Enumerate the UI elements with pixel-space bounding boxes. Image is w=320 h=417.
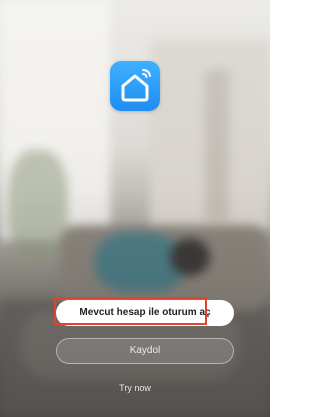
existing-account-login-button[interactable]: Mevcut hesap ile oturum aç <box>56 300 234 326</box>
register-button[interactable]: Kaydol <box>56 338 234 364</box>
welcome-screen: Mevcut hesap ile oturum aç Kaydol Try no… <box>0 0 270 417</box>
try-now-link[interactable]: Try now <box>95 383 175 393</box>
smart-home-icon <box>110 61 160 111</box>
